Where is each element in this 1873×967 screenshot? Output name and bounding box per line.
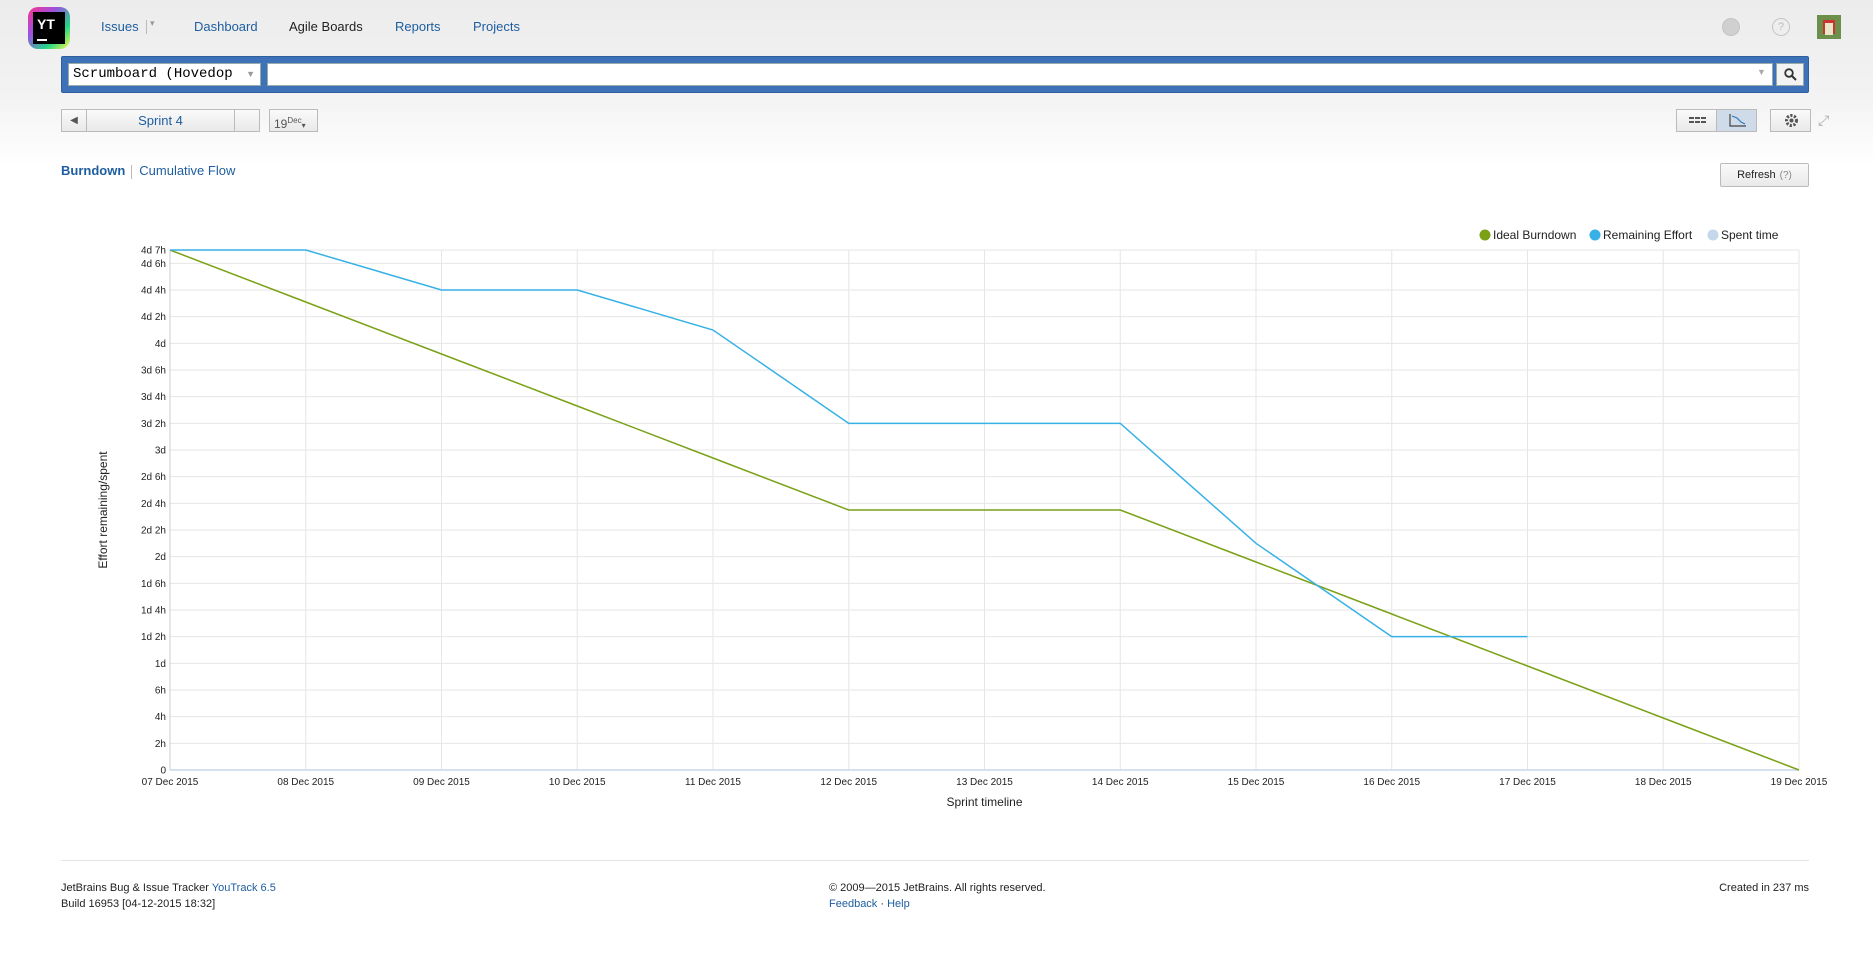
youtrack-version-link[interactable]: YouTrack 6.5 (212, 882, 276, 894)
y-tick-label: 1d 4h (141, 606, 166, 617)
x-tick-label: 08 Dec 2015 (277, 777, 334, 788)
x-tick-label: 15 Dec 2015 (1228, 777, 1285, 788)
x-tick-label: 07 Dec 2015 (142, 777, 199, 788)
y-tick-label: 3d 6h (141, 366, 166, 377)
x-tick-label: 09 Dec 2015 (413, 777, 470, 788)
y-tick-label: 2d 4h (141, 499, 166, 510)
y-tick-label: 6h (155, 686, 166, 697)
y-tick-label: 4d 4h (141, 286, 166, 297)
x-tick-label: 14 Dec 2015 (1092, 777, 1149, 788)
y-tick-label: 1d (155, 659, 166, 670)
y-tick-label: 2h (155, 739, 166, 750)
y-tick-label: 0 (160, 766, 166, 777)
x-tick-label: 13 Dec 2015 (956, 777, 1013, 788)
y-tick-label: 1d 2h (141, 632, 166, 643)
y-tick-label: 3d 2h (141, 419, 166, 430)
y-tick-label: 2d 2h (141, 526, 166, 537)
x-tick-label: 18 Dec 2015 (1635, 777, 1692, 788)
y-tick-label: 3d 4h (141, 392, 166, 403)
footer-tracker-text: JetBrains Bug & Issue Tracker (61, 882, 209, 894)
x-tick-label: 11 Dec 2015 (685, 777, 741, 788)
footer-divider (61, 860, 1809, 861)
legend-marker (1589, 229, 1601, 241)
y-tick-label: 3d (155, 446, 166, 457)
x-axis-label: Sprint timeline (946, 795, 1022, 809)
y-axis-label: Effort remaining/spent (96, 451, 110, 569)
y-tick-label: 4d 6h (141, 259, 166, 270)
legend-marker (1479, 229, 1491, 241)
x-tick-label: 12 Dec 2015 (820, 777, 877, 788)
footer-copyright: © 2009—2015 JetBrains. All rights reserv… (829, 882, 1046, 894)
feedback-link[interactable]: Feedback (829, 898, 877, 910)
y-tick-label: 4d 7h (141, 246, 166, 257)
y-tick-label: 4d (155, 339, 166, 350)
y-tick-label: 2d (155, 552, 166, 563)
legend-label: Remaining Effort (1603, 228, 1693, 242)
y-tick-label: 2d 6h (141, 472, 166, 483)
y-tick-label: 4h (155, 712, 166, 723)
burndown-chart: 0 2h 4h 6h 1d 1d 2h 1d 4h 1d 6h 2d 2d 2h 2d 4h 2d 6… (96, 228, 1828, 809)
help-link[interactable]: Help (887, 898, 910, 910)
footer-build: Build 16953 [04-12-2015 18:32] (61, 898, 216, 910)
x-tick-label: 19 Dec 2015 (1771, 777, 1828, 788)
legend-label: Spent time (1721, 228, 1779, 242)
x-tick-label: 16 Dec 2015 (1363, 777, 1420, 788)
y-tick-label: 4d 2h (141, 312, 166, 323)
legend-marker (1707, 229, 1719, 241)
x-tick-label: 17 Dec 2015 (1499, 777, 1556, 788)
legend-label: Ideal Burndown (1493, 228, 1576, 242)
y-tick-label: 1d 6h (141, 579, 166, 590)
footer-created-time: Created in 237 ms (1719, 882, 1809, 894)
x-tick-label: 10 Dec 2015 (549, 777, 606, 788)
